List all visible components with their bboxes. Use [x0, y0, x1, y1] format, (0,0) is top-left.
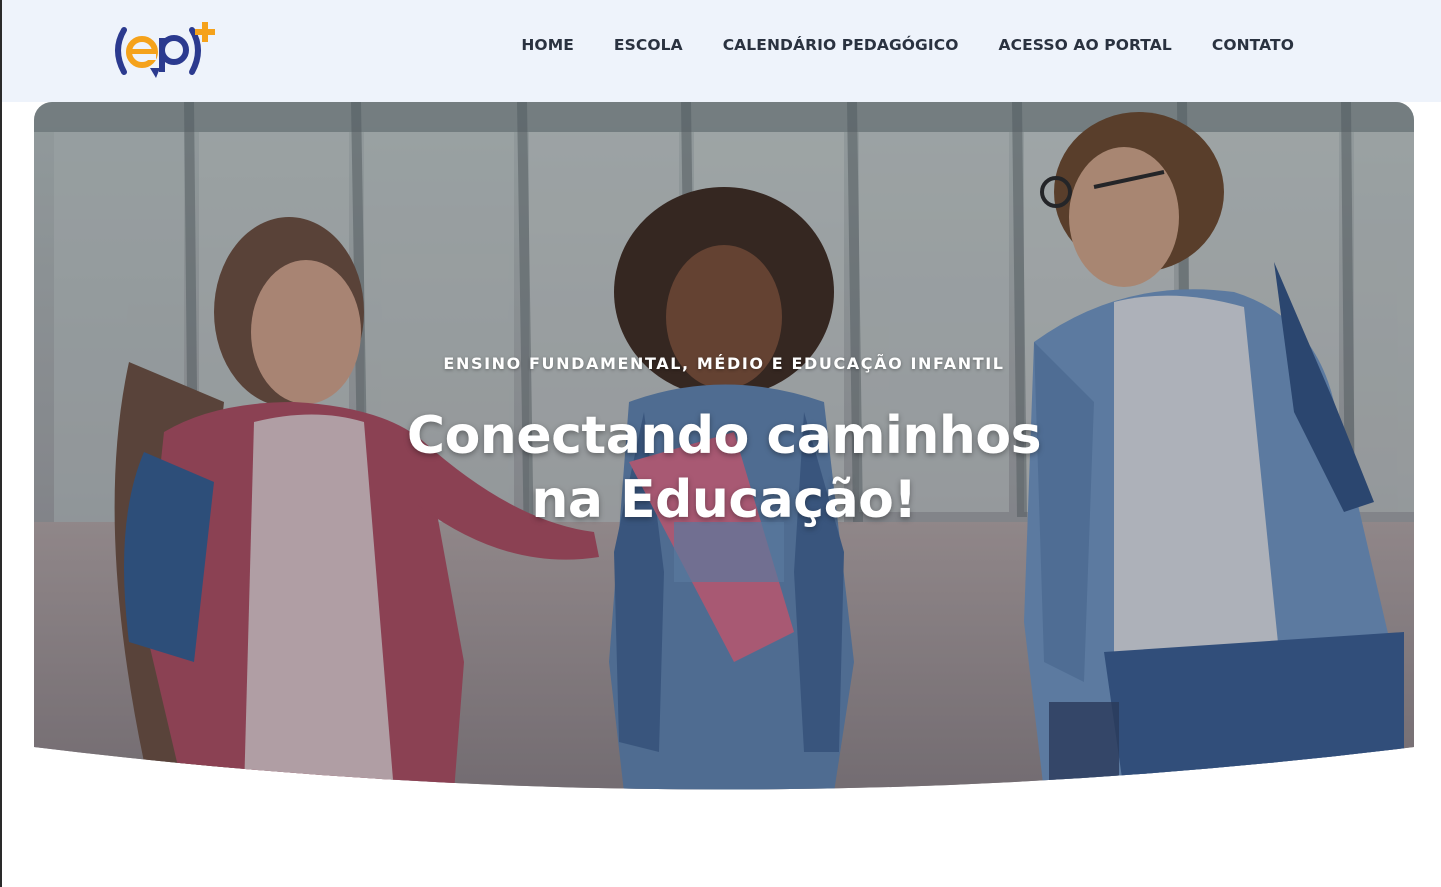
nav-acesso-ao-portal[interactable]: ACESSO AO PORTAL — [999, 36, 1172, 54]
nav-escola[interactable]: ESCOLA — [614, 36, 683, 54]
page: HOME ESCOLA CALENDÁRIO PEDAGÓGICO ACESSO… — [0, 0, 1441, 887]
site-header: HOME ESCOLA CALENDÁRIO PEDAGÓGICO ACESSO… — [2, 0, 1441, 102]
hero-title-line-2: na Educação! — [531, 470, 917, 530]
hero-banner: ENSINO FUNDAMENTAL, MÉDIO E EDUCAÇÃO INF… — [34, 102, 1414, 792]
site-logo[interactable] — [110, 18, 220, 82]
nav-contato[interactable]: CONTATO — [1212, 36, 1294, 54]
hero-title-line-1: Conectando caminhos — [406, 406, 1042, 466]
nav-home[interactable]: HOME — [521, 36, 574, 54]
hero-subtitle: ENSINO FUNDAMENTAL, MÉDIO E EDUCAÇÃO INF… — [443, 354, 1005, 373]
logo-icon — [115, 22, 215, 78]
hero-title: Conectando caminhos na Educação! — [34, 404, 1414, 532]
main-nav: HOME ESCOLA CALENDÁRIO PEDAGÓGICO ACESSO… — [521, 36, 1294, 54]
nav-calendario-pedagogico[interactable]: CALENDÁRIO PEDAGÓGICO — [723, 36, 959, 54]
